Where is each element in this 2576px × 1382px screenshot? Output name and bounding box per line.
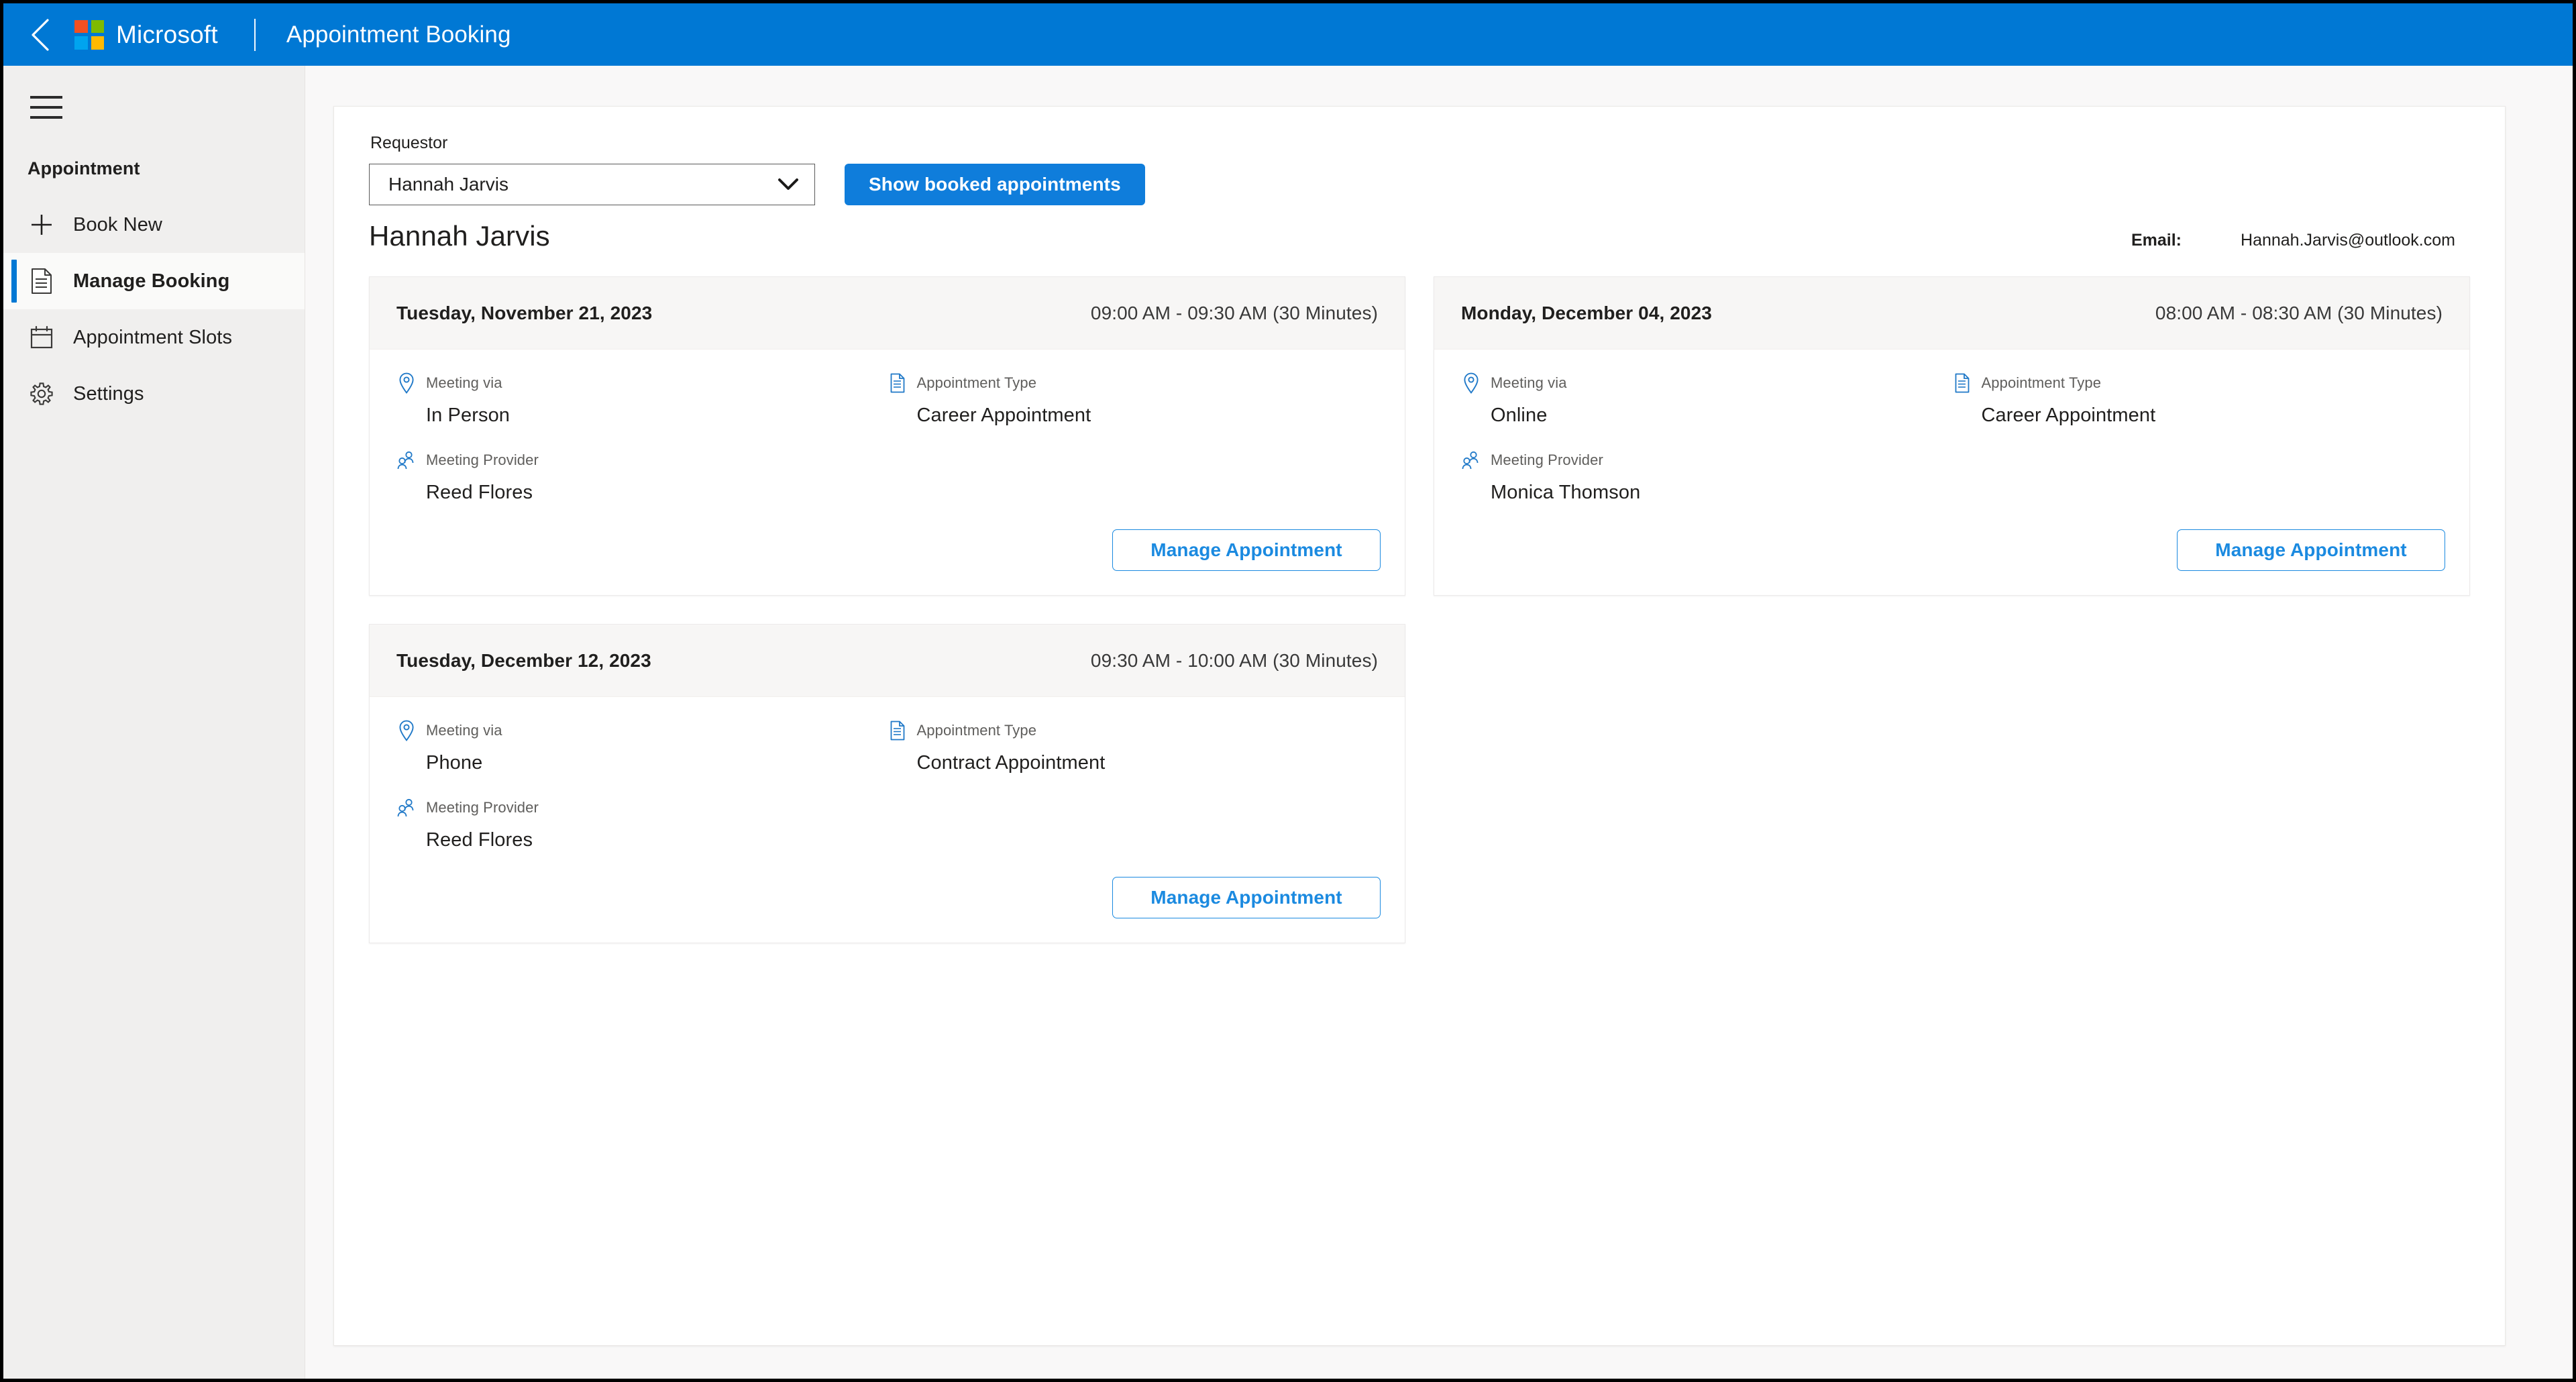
field-label: Meeting Provider	[1491, 451, 1603, 468]
field-label: Meeting via	[426, 374, 502, 391]
field-value: Phone	[426, 752, 483, 774]
appointments-grid: Tuesday, November 21, 2023 09:00 AM - 09…	[369, 276, 2470, 943]
body-row: Appointment Book New Manage Booking Appo…	[3, 66, 2573, 1379]
manage-appointment-button[interactable]: Manage Appointment	[1112, 529, 1381, 571]
field-value: Career Appointment	[916, 405, 1091, 426]
requestor-select-value: Hannah Jarvis	[388, 174, 508, 195]
people-icon	[1461, 449, 1481, 471]
hamburger-icon-line	[30, 96, 62, 99]
field-meeting-provider: Meeting Provider Reed Flores	[396, 797, 888, 851]
brand-label: Microsoft	[116, 21, 218, 48]
sidebar-item-manage-booking[interactable]: Manage Booking	[3, 253, 305, 309]
appointment-card-header: Tuesday, December 12, 2023 09:30 AM - 10…	[370, 625, 1405, 697]
plus-icon	[28, 211, 56, 239]
appointment-time: 09:00 AM - 09:30 AM (30 Minutes)	[1090, 302, 1378, 323]
microsoft-logo[interactable]: Microsoft	[74, 19, 218, 50]
topbar-divider	[254, 18, 256, 51]
field-meeting-via: Meeting via Online	[1461, 372, 1952, 427]
calendar-icon	[28, 323, 56, 352]
appointment-date: Tuesday, December 12, 2023	[396, 649, 651, 671]
document-icon	[1952, 372, 1972, 394]
appointment-card: Tuesday, November 21, 2023 09:00 AM - 09…	[369, 276, 1405, 596]
field-label: Appointment Type	[916, 374, 1037, 391]
field-label: Appointment Type	[1981, 374, 2102, 391]
appointment-card-body: Meeting via Phone Appointment Type Contr…	[370, 697, 1405, 871]
field-label: Meeting Provider	[426, 799, 539, 816]
sidebar-item-label: Manage Booking	[73, 270, 230, 292]
content-area: Requestor Hannah Jarvis Show booked appo…	[305, 66, 2573, 1379]
field-label: Appointment Type	[916, 722, 1037, 739]
back-button[interactable]	[22, 16, 60, 54]
requestor-row: Hannah Jarvis Show booked appointments	[369, 164, 2470, 205]
app-title: Appointment Booking	[286, 21, 511, 48]
field-meeting-provider: Meeting Provider Reed Flores	[396, 449, 888, 504]
requestor-name: Hannah Jarvis	[369, 220, 550, 252]
field-label: Meeting Provider	[426, 451, 539, 468]
sidebar-item-appointment-slots[interactable]: Appointment Slots	[3, 309, 305, 366]
appointment-card: Tuesday, December 12, 2023 09:30 AM - 10…	[369, 624, 1405, 943]
appointment-time: 09:30 AM - 10:00 AM (30 Minutes)	[1090, 649, 1378, 671]
field-label: Meeting via	[426, 722, 502, 739]
manage-appointment-button[interactable]: Manage Appointment	[2177, 529, 2445, 571]
top-brand-bar: Microsoft Appointment Booking	[3, 3, 2573, 66]
manage-appointment-button[interactable]: Manage Appointment	[1112, 877, 1381, 918]
field-value: Online	[1491, 405, 1548, 426]
sidebar-item-label: Settings	[73, 382, 144, 405]
sidebar-item-book-new[interactable]: Book New	[3, 197, 305, 253]
people-icon	[396, 797, 417, 818]
hamburger-icon-line	[30, 106, 62, 109]
main-panel: Requestor Hannah Jarvis Show booked appo…	[333, 106, 2506, 1346]
field-meeting-provider: Meeting Provider Monica Thomson	[1461, 449, 1952, 504]
field-value: In Person	[426, 405, 511, 426]
field-value: Reed Flores	[426, 829, 533, 851]
appointment-card-header: Monday, December 04, 2023 08:00 AM - 08:…	[1434, 277, 2469, 350]
appointment-card: Monday, December 04, 2023 08:00 AM - 08:…	[1434, 276, 2470, 596]
field-meeting-via: Meeting via In Person	[396, 372, 888, 427]
requestor-select[interactable]: Hannah Jarvis	[369, 164, 815, 205]
sidebar-item-label: Appointment Slots	[73, 326, 233, 348]
sidebar: Appointment Book New Manage Booking Appo…	[3, 66, 305, 1379]
document-icon	[28, 267, 56, 295]
location-pin-icon	[1461, 372, 1481, 394]
requestor-label: Requestor	[370, 134, 448, 152]
field-value: Career Appointment	[1981, 405, 2156, 426]
email-value: Hannah.Jarvis@outlook.com	[2241, 231, 2455, 250]
identity-row: Hannah Jarvis Email: Hannah.Jarvis@outlo…	[369, 220, 2470, 252]
appointment-card-body: Meeting via Online Appointment Type Care…	[1434, 350, 2469, 524]
field-value: Contract Appointment	[916, 752, 1106, 774]
hamburger-menu-button[interactable]	[10, 78, 83, 137]
field-label: Meeting via	[1491, 374, 1567, 391]
location-pin-icon	[396, 372, 417, 394]
document-icon	[888, 720, 908, 741]
appointment-time: 08:00 AM - 08:30 AM (30 Minutes)	[2155, 302, 2443, 323]
sidebar-section-title: Appointment	[28, 158, 140, 178]
chevron-down-icon	[777, 173, 800, 196]
hamburger-icon-line	[30, 116, 62, 119]
field-value: Reed Flores	[426, 482, 533, 503]
field-appointment-type: Appointment Type Contract Appointment	[888, 720, 1379, 774]
appointment-date: Monday, December 04, 2023	[1461, 302, 1712, 323]
sidebar-item-label: Book New	[73, 213, 162, 235]
appointment-date: Tuesday, November 21, 2023	[396, 302, 653, 323]
field-meeting-via: Meeting via Phone	[396, 720, 888, 774]
field-appointment-type: Appointment Type Career Appointment	[1952, 372, 2443, 427]
location-pin-icon	[396, 720, 417, 741]
document-icon	[888, 372, 908, 394]
people-icon	[396, 449, 417, 471]
email-row: Email: Hannah.Jarvis@outlook.com	[2131, 231, 2455, 250]
app-window: Microsoft Appointment Booking Appointmen…	[0, 0, 2576, 1382]
field-value: Monica Thomson	[1491, 482, 1641, 503]
sidebar-item-settings[interactable]: Settings	[3, 366, 305, 422]
appointment-card-header: Tuesday, November 21, 2023 09:00 AM - 09…	[370, 277, 1405, 350]
microsoft-logo-icon	[74, 19, 104, 50]
field-appointment-type: Appointment Type Career Appointment	[888, 372, 1379, 427]
email-label: Email:	[2131, 231, 2182, 250]
appointment-card-body: Meeting via In Person Appointment Type C…	[370, 350, 1405, 524]
show-booked-appointments-button[interactable]: Show booked appointments	[845, 164, 1145, 205]
gear-icon	[28, 380, 56, 408]
back-chevron-icon	[32, 18, 49, 51]
